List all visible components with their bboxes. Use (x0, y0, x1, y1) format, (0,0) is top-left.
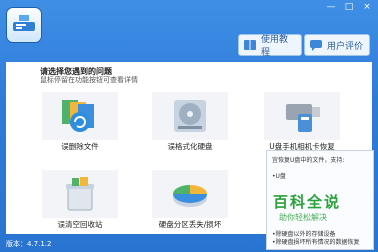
tile-recycle-bin-label: 误清空回收站 (57, 220, 103, 229)
tooltip-item: •U盘 (272, 173, 286, 180)
maximize-icon[interactable]: □ (342, 2, 356, 12)
recover-files-icon (42, 92, 118, 140)
tutorial-button[interactable]: 使用教程 (238, 34, 302, 58)
usb-drive-icon (264, 92, 340, 140)
tile-usb-recovery[interactable]: U盘手机相机卡恢复 (264, 92, 340, 154)
tile-deleted-files[interactable]: 误删除文件 (42, 92, 118, 154)
review-label: 用户评价 (327, 41, 364, 52)
tile-deleted-files-label: 误删除文件 (61, 142, 99, 151)
close-icon[interactable]: × (360, 2, 374, 12)
tile-formatted-disk[interactable]: 误格式化硬盘 (152, 92, 228, 154)
recycle-bin-icon (42, 170, 118, 218)
tile-partition-lost-label: 硬盘分区丢失/损坏 (158, 220, 222, 229)
hard-disk-icon (152, 92, 228, 140)
chat-icon (309, 38, 323, 52)
review-button[interactable]: 用户评价 (304, 34, 370, 56)
window-controls: — □ × (324, 2, 374, 12)
prompt-hint: 鼠标停留在功能按钮可查看详情 (40, 76, 138, 84)
minimize-icon[interactable]: — (324, 2, 338, 12)
book-icon (243, 38, 257, 52)
tutorial-label: 使用教程 (261, 35, 289, 58)
app-logo (7, 8, 41, 42)
tooltip-popup: 宜恢复U盘中的文件，支持: •U盘 百科全说 助你轻松解决 •除硬盘以外的存储设… (266, 150, 374, 250)
tile-formatted-disk-label: 误格式化硬盘 (167, 142, 213, 151)
tile-recycle-bin[interactable]: 误清空回收站 (42, 170, 118, 232)
watermark-subtitle: 助你轻松解决 (279, 213, 327, 222)
tile-partition-lost[interactable]: 硬盘分区丢失/损坏 (152, 170, 228, 232)
version-label: 版本：4.7.1.2 (6, 240, 52, 248)
tooltip-item: •除硬盘损坏所有情况的数据恢复 (272, 239, 360, 246)
app-window: — □ × 使用教程 用户评价 请选择您遇到的问题 鼠标停留在功能按钮可查看详情 (0, 0, 378, 252)
partition-pie-icon (152, 170, 228, 218)
watermark-title: 百科全说 (273, 193, 342, 211)
tooltip-header: 宜恢复U盘中的文件，支持: (272, 157, 345, 164)
